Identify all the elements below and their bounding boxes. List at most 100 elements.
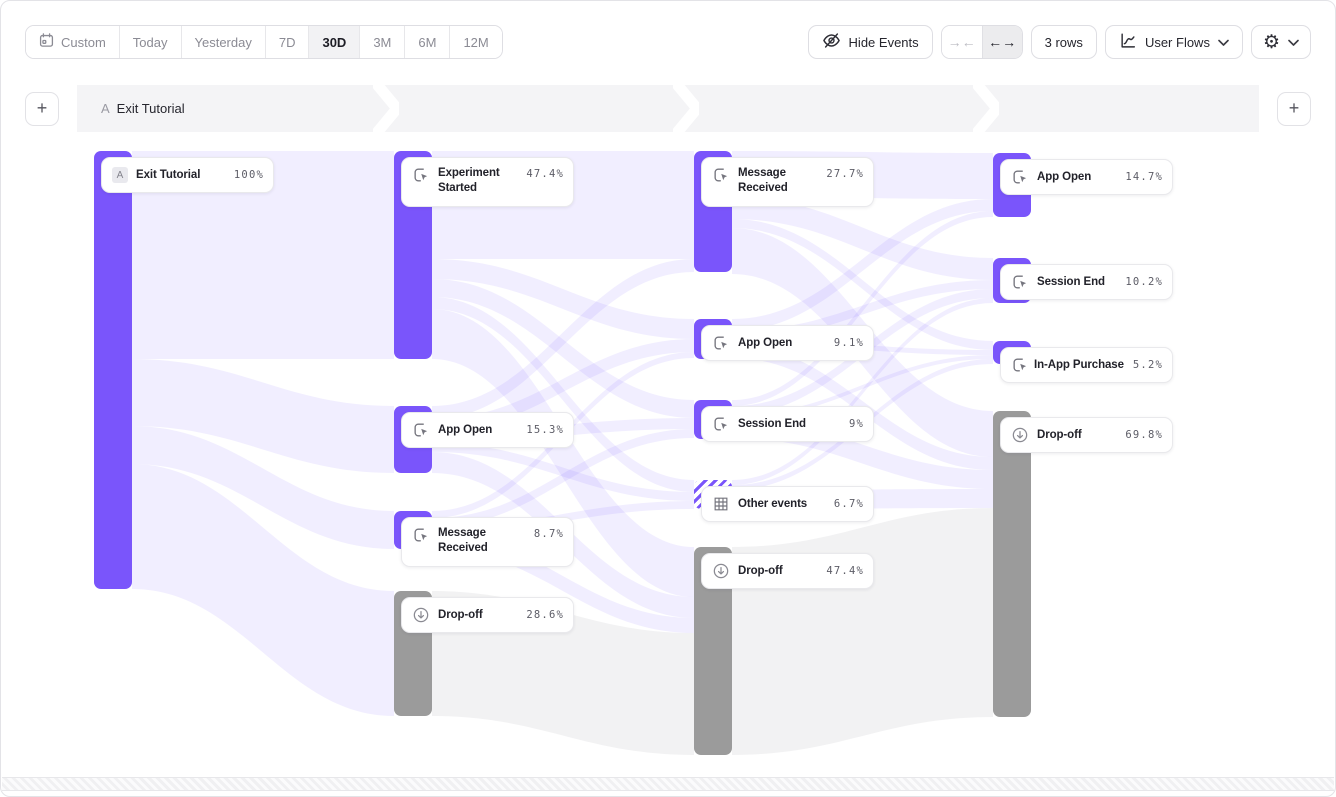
event-tap-icon <box>412 526 430 544</box>
date-range-label: 3M <box>373 35 391 50</box>
horizontal-scrollbar[interactable] <box>2 777 1334 791</box>
flow-node-card-session-end[interactable]: Session End10.2% <box>1000 264 1173 300</box>
node-percentage: 69.8% <box>1125 429 1163 441</box>
step-chevron-icon <box>373 85 399 132</box>
date-range-30d[interactable]: 30D <box>309 26 360 58</box>
flow-node-card-session-end[interactable]: Session End 9% <box>701 406 874 442</box>
flow-node-card-app-open[interactable]: App Open9.1% <box>701 325 874 361</box>
node-percentage: 100% <box>234 169 264 181</box>
date-range-12m[interactable]: 12M <box>450 26 501 58</box>
node-label: Experiment Started <box>438 166 518 196</box>
step-chevron-icon <box>673 85 699 132</box>
flow-node-card-message-received[interactable]: Message Received8.7% <box>401 517 574 567</box>
toolbar: CustomToday Yesterday 7D30D 3M 6M 12M Hide Ev… <box>25 25 1311 59</box>
flow-link[interactable] <box>732 197 993 280</box>
settings-dropdown[interactable]: ⚙ <box>1251 25 1311 59</box>
flow-node-bar-exit-tutorial[interactable] <box>94 151 132 589</box>
node-label: Drop-off <box>438 608 518 623</box>
node-label: App Open <box>1037 170 1117 185</box>
flow-link[interactable] <box>432 443 694 501</box>
add-step-left-button[interactable]: + <box>25 92 59 126</box>
event-tap-icon <box>1011 273 1029 291</box>
flow-link[interactable] <box>132 464 394 716</box>
flow-link[interactable] <box>132 426 394 549</box>
hide-events-button[interactable]: Hide Events <box>808 25 933 59</box>
event-tap-icon <box>1011 168 1029 186</box>
drop-off-icon <box>1011 426 1029 444</box>
event-tap-icon <box>412 421 430 439</box>
node-label: Message Received <box>438 526 526 556</box>
date-range-selector: CustomToday Yesterday 7D30D 3M 6M 12M <box>25 25 503 59</box>
rows-button[interactable]: 3 rows <box>1031 25 1097 59</box>
eye-off-icon <box>822 31 841 53</box>
event-tap-icon <box>712 334 730 352</box>
chevron-down-icon <box>1288 35 1299 50</box>
node-label: Exit Tutorial <box>136 168 226 183</box>
flow-link[interactable] <box>432 279 694 418</box>
event-tap-icon <box>1011 356 1029 374</box>
date-range-label: Yesterday <box>195 35 252 50</box>
view-selector-label: User Flows <box>1145 35 1210 50</box>
flow-node-card-drop-off[interactable]: Drop-off28.6% <box>401 597 574 633</box>
date-range-7d[interactable]: 7D <box>266 26 310 58</box>
event-tap-icon <box>412 166 430 184</box>
node-label: In-App Purchase <box>1034 358 1128 373</box>
node-percentage: 14.7% <box>1125 171 1163 183</box>
view-selector-dropdown[interactable]: User Flows <box>1105 25 1243 59</box>
step-letter-badge: A <box>112 167 128 183</box>
node-label: Message Received <box>738 166 818 196</box>
collapse-columns-button[interactable]: →← <box>942 26 982 58</box>
expand-arrows-icon: ←→ <box>988 34 1016 50</box>
date-range-today[interactable]: Today <box>120 26 182 58</box>
date-range-6m[interactable]: 6M <box>405 26 450 58</box>
flow-node-card-exit-tutorial[interactable]: A Exit Tutorial 100% <box>101 157 274 193</box>
event-tap-icon <box>712 334 730 352</box>
node-label: Drop-off <box>1037 428 1117 443</box>
flow-node-card-other-events[interactable]: Other events6.7% <box>701 486 874 522</box>
flow-link[interactable] <box>432 259 694 339</box>
event-tap-icon <box>712 415 730 433</box>
start-step-label[interactable]: A Exit Tutorial <box>101 101 185 116</box>
flow-link[interactable] <box>132 359 394 473</box>
node-label: App Open <box>438 423 518 438</box>
event-tap-icon <box>412 421 430 439</box>
flow-node-card-app-open[interactable]: App Open 14.7% <box>1000 159 1173 195</box>
flow-node-card-experiment-started[interactable]: Experiment Started 47.4% <box>401 157 574 207</box>
flow-chart-icon <box>1119 32 1137 53</box>
drop-off-icon <box>712 562 730 580</box>
date-range-label: 12M <box>463 35 488 50</box>
event-tap-icon <box>412 526 430 544</box>
collapse-arrows-icon: →← <box>948 34 976 50</box>
flow-link[interactable] <box>732 199 993 331</box>
date-range-custom[interactable]: Custom <box>26 26 120 58</box>
flow-node-card-in-app-purchase[interactable]: In-App Purchase 5.2% <box>1000 347 1173 383</box>
node-label: Drop-off <box>738 564 818 579</box>
flow-link[interactable] <box>432 259 694 419</box>
node-percentage: 5.2% <box>1133 359 1163 371</box>
flow-link[interactable] <box>432 297 694 492</box>
flow-link[interactable] <box>732 211 993 406</box>
flow-node-card-drop-off[interactable]: Drop-off 69.8% <box>1000 417 1173 453</box>
node-percentage: 47.4% <box>526 168 564 180</box>
event-tap-icon <box>412 166 430 184</box>
node-percentage: 10.2% <box>1125 276 1163 288</box>
node-percentage: 9% <box>849 418 864 430</box>
node-percentage: 9.1% <box>834 337 864 349</box>
expand-columns-button[interactable]: ←→ <box>982 26 1022 58</box>
date-range-yesterday[interactable]: Yesterday <box>182 26 266 58</box>
flow-link[interactable] <box>732 508 993 755</box>
date-range-3m[interactable]: 3M <box>360 26 405 58</box>
node-percentage: 15.3% <box>526 424 564 436</box>
flow-node-card-app-open[interactable]: App Open 15.3% <box>401 412 574 448</box>
gear-icon: ⚙ <box>1263 33 1280 52</box>
flow-node-card-drop-off[interactable]: Drop-off47.4% <box>701 553 874 589</box>
event-tap-icon <box>1011 168 1029 186</box>
add-step-right-button[interactable]: + <box>1277 92 1311 126</box>
steps-bar: A Exit Tutorial <box>77 85 1259 132</box>
node-label: Session End <box>738 417 841 432</box>
toolbar-right: Hide Events →← ←→ 3 rows <box>808 25 1311 59</box>
flow-node-bar-drop-off[interactable] <box>993 411 1031 717</box>
flow-node-card-message-received[interactable]: Message Received27.7% <box>701 157 874 207</box>
drop-off-icon <box>412 606 430 624</box>
grid-icon <box>712 495 730 513</box>
